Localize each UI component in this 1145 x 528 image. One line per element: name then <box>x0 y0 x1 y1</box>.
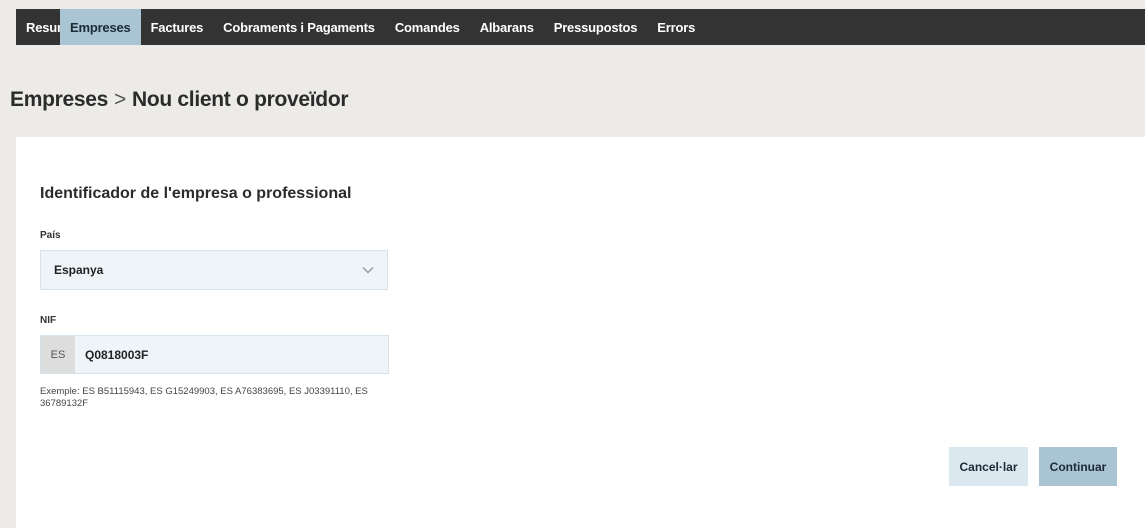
nav-tab-comandes[interactable]: Comandes <box>385 9 470 45</box>
nav-tab-albarans[interactable]: Albarans <box>470 9 544 45</box>
page-title: Nou client o proveïdor <box>131 88 349 111</box>
cancel-button[interactable]: Cancel·lar <box>949 447 1028 486</box>
country-select[interactable]: Espanya <box>40 250 388 290</box>
nif-label: NIF <box>40 315 57 326</box>
breadcrumb-parent[interactable]: Empreses <box>10 88 108 111</box>
breadcrumb-separator: > <box>114 88 126 111</box>
nif-hint: Exemple: ES B51115943, ES G15249903, ES … <box>40 386 368 409</box>
main-navigation: Resum Empreses Factures Cobraments i Pag… <box>16 9 1145 45</box>
nav-tab-factures[interactable]: Factures <box>141 9 214 45</box>
nav-tab-empreses[interactable]: Empreses <box>60 9 141 45</box>
continue-button[interactable]: Continuar <box>1039 447 1117 486</box>
nav-tab-resum[interactable]: Resum <box>16 9 69 45</box>
nif-country-prefix: ES <box>41 336 75 373</box>
nif-input[interactable] <box>75 336 388 373</box>
nav-tab-errors[interactable]: Errors <box>647 9 705 45</box>
nav-tab-pressupostos[interactable]: Pressupostos <box>544 9 648 45</box>
country-label: País <box>40 230 61 241</box>
country-select-value: Espanya <box>54 263 104 277</box>
nif-field: ES <box>40 335 389 374</box>
chevron-down-icon <box>361 263 375 277</box>
breadcrumb: Empreses > Nou client o proveïdor <box>10 88 349 112</box>
section-title: Identificador de l'empresa o professiona… <box>40 185 352 202</box>
nav-tab-cobraments[interactable]: Cobraments i Pagaments <box>213 9 385 45</box>
